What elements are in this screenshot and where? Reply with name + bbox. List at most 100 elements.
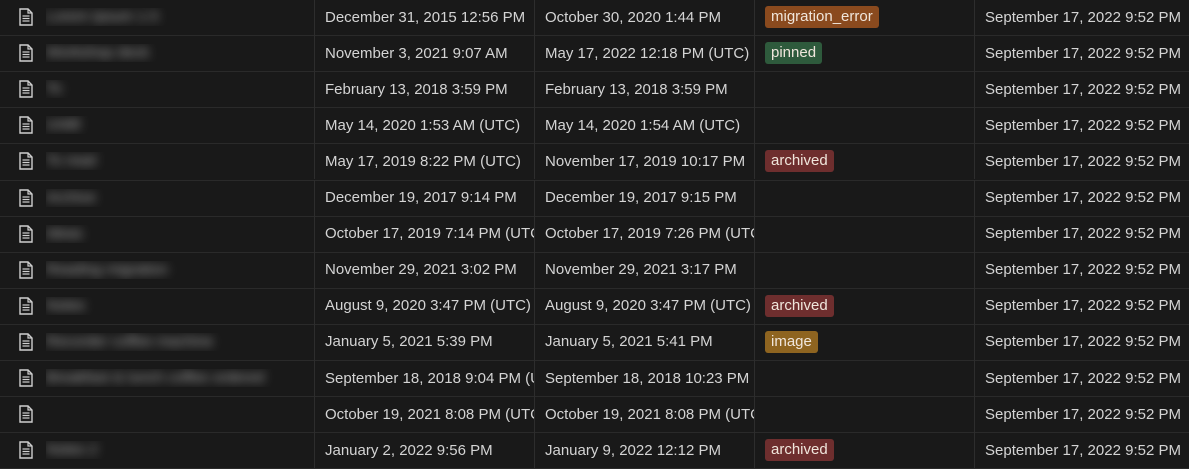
page-title-cell[interactable]: Breakfast & lunch coffee ordered: [46, 369, 314, 387]
last-edited-cell[interactable]: October 30, 2020 1:44 PM: [534, 0, 754, 35]
last-edited-cell[interactable]: October 19, 2021 8:08 PM (UTC): [534, 396, 754, 433]
created-time-cell[interactable]: August 9, 2020 3:47 PM (UTC): [314, 287, 534, 324]
tags-cell[interactable]: [754, 251, 974, 288]
updated-time-cell[interactable]: September 17, 2022 9:52 PM: [974, 0, 1189, 35]
updated-time-cell[interactable]: September 17, 2022 9:52 PM: [974, 396, 1189, 433]
tags-cell[interactable]: pinned: [754, 35, 974, 72]
tags-cell[interactable]: image: [754, 323, 974, 360]
created-time-cell[interactable]: May 14, 2020 1:53 AM (UTC): [314, 107, 534, 144]
created-time-cell[interactable]: October 19, 2021 8:08 PM (UTC): [314, 396, 534, 433]
page-title-cell[interactable]: Archive: [46, 189, 314, 207]
updated-time-cell[interactable]: September 17, 2022 9:52 PM: [974, 35, 1189, 72]
created-time-cell[interactable]: September 18, 2018 9:04 PM (UTC): [314, 360, 534, 396]
page-title-cell[interactable]: Notes 2: [46, 441, 314, 459]
tags-cell[interactable]: [754, 360, 974, 396]
table-row[interactable]: Workshop deck November 3, 2021 9:07 AM May…: [0, 35, 1189, 72]
page-title-cell[interactable]: Lorem Ipsum 1.5: [46, 8, 314, 26]
table-row[interactable]: Notes 2 January 2, 2022 9:56 PM January 9,…: [0, 432, 1189, 469]
updated-time-cell[interactable]: September 17, 2022 9:52 PM: [974, 107, 1189, 144]
table-row[interactable]: Ideas October 17, 2019 7:14 PM (UTC) Octob…: [0, 215, 1189, 252]
table-row[interactable]: To February 13, 2018 3:59 PM February 13, …: [0, 71, 1189, 108]
page-title: To: [46, 80, 62, 98]
page-title: Breakfast & lunch coffee ordered: [46, 369, 265, 386]
table-row[interactable]: Recorder coffee machine January 5, 2021 5…: [0, 323, 1189, 360]
page-icon: [0, 260, 46, 279]
page-title-cell[interactable]: Workshop deck: [46, 44, 314, 62]
last-edited-cell-value: November 17, 2019 10:17 PM: [545, 152, 746, 170]
last-edited-cell[interactable]: September 18, 2018 10:23 PM: [534, 360, 754, 396]
updated-time-cell[interactable]: September 17, 2022 9:52 PM: [974, 143, 1189, 180]
updated-time-cell[interactable]: September 17, 2022 9:52 PM: [974, 432, 1189, 469]
tags-cell[interactable]: archived: [754, 143, 974, 180]
page-title: Untitl: [46, 116, 81, 134]
last-edited-cell[interactable]: November 17, 2019 10:17 PM: [534, 143, 754, 180]
table-row[interactable]: Breakfast & lunch coffee ordered Septembe…: [0, 360, 1189, 396]
created-time-cell[interactable]: December 31, 2015 12:56 PM: [314, 0, 534, 35]
created-time-cell[interactable]: February 13, 2018 3:59 PM: [314, 71, 534, 108]
last-edited-cell[interactable]: May 17, 2022 12:18 PM (UTC): [534, 35, 754, 72]
created-time-cell[interactable]: October 17, 2019 7:14 PM (UTC): [314, 215, 534, 252]
page-title-cell[interactable]: To read: [46, 152, 314, 170]
last-edited-cell[interactable]: January 9, 2022 12:12 PM: [534, 432, 754, 469]
page-title-cell[interactable]: To: [46, 80, 314, 98]
last-edited-cell-value: May 17, 2022 12:18 PM (UTC): [545, 44, 750, 62]
updated-time-cell[interactable]: September 17, 2022 9:52 PM: [974, 179, 1189, 216]
page-title: Recorder coffee machine: [46, 332, 214, 350]
table-row[interactable]: Notes August 9, 2020 3:47 PM (UTC) August …: [0, 287, 1189, 324]
page-title-cell[interactable]: [46, 405, 314, 423]
last-edited-cell[interactable]: December 19, 2017 9:15 PM: [534, 179, 754, 216]
updated-time-cell[interactable]: September 17, 2022 9:52 PM: [974, 71, 1189, 108]
updated-time-cell[interactable]: September 17, 2022 9:52 PM: [974, 360, 1189, 396]
last-edited-cell-value: February 13, 2018 3:59 PM: [545, 80, 728, 98]
updated-time-cell[interactable]: September 17, 2022 9:52 PM: [974, 215, 1189, 252]
tags-cell[interactable]: [754, 107, 974, 144]
last-edited-cell[interactable]: January 5, 2021 5:41 PM: [534, 323, 754, 360]
page-title-cell[interactable]: Reading migration: [46, 261, 314, 279]
table-row[interactable]: To read May 17, 2019 8:22 PM (UTC) Novembe…: [0, 143, 1189, 180]
tags-cell[interactable]: [754, 215, 974, 252]
tags-cell[interactable]: [754, 179, 974, 216]
page-icon: [0, 369, 46, 387]
table-row[interactable]: October 19, 2021 8:08 PM (UTC) October 19…: [0, 396, 1189, 433]
table-row[interactable]: Lorem Ipsum 1.5 December 31, 2015 12:56 P…: [0, 0, 1189, 35]
last-edited-cell[interactable]: November 29, 2021 3:17 PM: [534, 251, 754, 288]
created-time-cell[interactable]: December 19, 2017 9:14 PM: [314, 179, 534, 216]
created-time-cell[interactable]: May 17, 2019 8:22 PM (UTC): [314, 143, 534, 180]
page-icon: [0, 80, 46, 98]
created-time-cell-value: December 31, 2015 12:56 PM: [325, 8, 526, 26]
tags-cell[interactable]: [754, 71, 974, 108]
tags-cell[interactable]: archived: [754, 432, 974, 469]
updated-time-cell-value: September 17, 2022 9:52 PM: [985, 8, 1181, 26]
last-edited-cell[interactable]: May 14, 2020 1:54 AM (UTC): [534, 107, 754, 144]
created-time-cell-value: January 2, 2022 9:56 PM: [325, 441, 493, 459]
last-edited-cell[interactable]: August 9, 2020 3:47 PM (UTC): [534, 287, 754, 324]
page-title: Archive: [46, 188, 97, 206]
page-title: Notes 2: [46, 441, 98, 459]
created-time-cell-value: November 29, 2021 3:02 PM: [325, 261, 517, 279]
table-row[interactable]: Archive December 19, 2017 9:14 PM December…: [0, 179, 1189, 216]
created-time-cell-value: May 14, 2020 1:53 AM (UTC): [325, 116, 521, 134]
updated-time-cell[interactable]: September 17, 2022 9:52 PM: [974, 251, 1189, 288]
tag-badge: image: [765, 330, 818, 353]
updated-time-cell-value: September 17, 2022 9:52 PM: [985, 116, 1181, 134]
page-title-cell[interactable]: Ideas: [46, 225, 314, 243]
created-time-cell-value: January 5, 2021 5:39 PM: [325, 333, 493, 351]
page-title-cell[interactable]: Notes: [46, 297, 314, 315]
table-row[interactable]: Reading migration November 29, 2021 3:02 …: [0, 251, 1189, 288]
page-title-cell[interactable]: Untitl: [46, 116, 314, 134]
last-edited-cell[interactable]: February 13, 2018 3:59 PM: [534, 71, 754, 108]
tags-cell[interactable]: archived: [754, 287, 974, 324]
updated-time-cell[interactable]: September 17, 2022 9:52 PM: [974, 323, 1189, 360]
created-time-cell[interactable]: November 3, 2021 9:07 AM: [314, 35, 534, 72]
updated-time-cell[interactable]: September 17, 2022 9:52 PM: [974, 287, 1189, 324]
page-icon: [0, 333, 46, 351]
last-edited-cell[interactable]: October 17, 2019 7:26 PM (UTC): [534, 215, 754, 252]
page-title-cell[interactable]: Recorder coffee machine: [46, 333, 314, 351]
table-row[interactable]: Untitl May 14, 2020 1:53 AM (UTC) May 14, …: [0, 107, 1189, 144]
created-time-cell[interactable]: January 5, 2021 5:39 PM: [314, 323, 534, 360]
last-edited-cell-value: September 18, 2018 10:23 PM: [545, 369, 750, 387]
created-time-cell[interactable]: January 2, 2022 9:56 PM: [314, 432, 534, 469]
tags-cell[interactable]: migration_error: [754, 0, 974, 35]
tags-cell[interactable]: [754, 396, 974, 433]
created-time-cell[interactable]: November 29, 2021 3:02 PM: [314, 251, 534, 288]
